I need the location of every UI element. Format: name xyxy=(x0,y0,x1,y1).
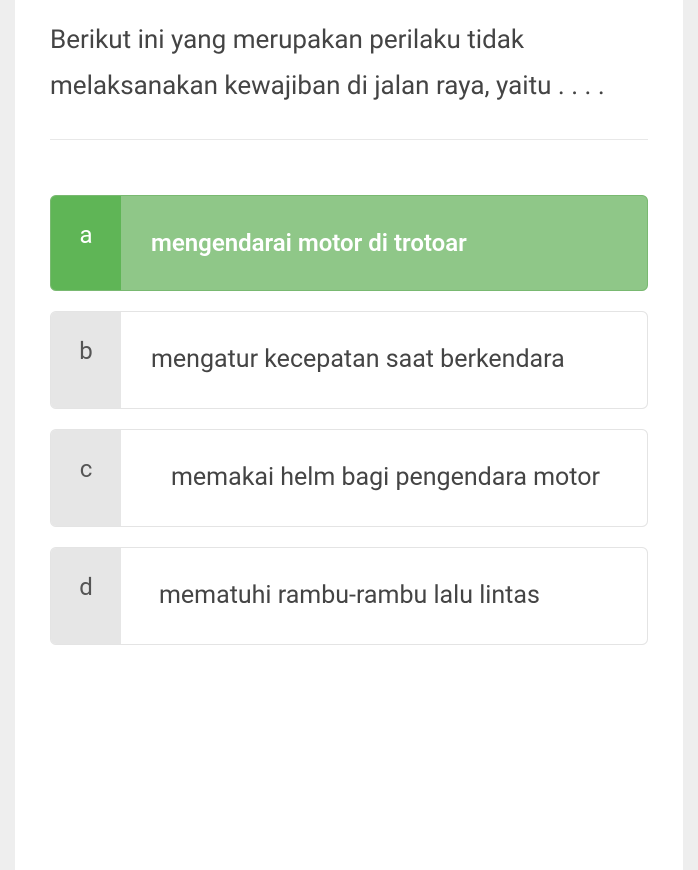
question-card: Berikut ini yang merupakan perilaku tida… xyxy=(15,0,683,870)
option-text-d: mematuhi rambu-rambu lalu lintas xyxy=(121,548,647,644)
option-b[interactable]: b mengatur kecepatan saat berkendara xyxy=(50,311,648,409)
option-key-a: a xyxy=(51,196,121,290)
option-key-b: b xyxy=(51,312,121,408)
option-a[interactable]: a mengendarai motor di trotoar xyxy=(50,195,648,291)
options-list: a mengendarai motor di trotoar b mengatu… xyxy=(50,195,648,645)
option-c[interactable]: c memakai helm bagi pengendara motor xyxy=(50,429,648,527)
option-key-c: c xyxy=(51,430,121,526)
question-text: Berikut ini yang merupakan perilaku tida… xyxy=(50,0,648,140)
option-text-b: mengatur kecepatan saat berkendara xyxy=(121,312,647,408)
option-key-d: d xyxy=(51,548,121,644)
option-text-a: mengendarai motor di trotoar xyxy=(121,196,647,290)
option-d[interactable]: d mematuhi rambu-rambu lalu lintas xyxy=(50,547,648,645)
option-text-c: memakai helm bagi pengendara motor xyxy=(121,430,647,526)
